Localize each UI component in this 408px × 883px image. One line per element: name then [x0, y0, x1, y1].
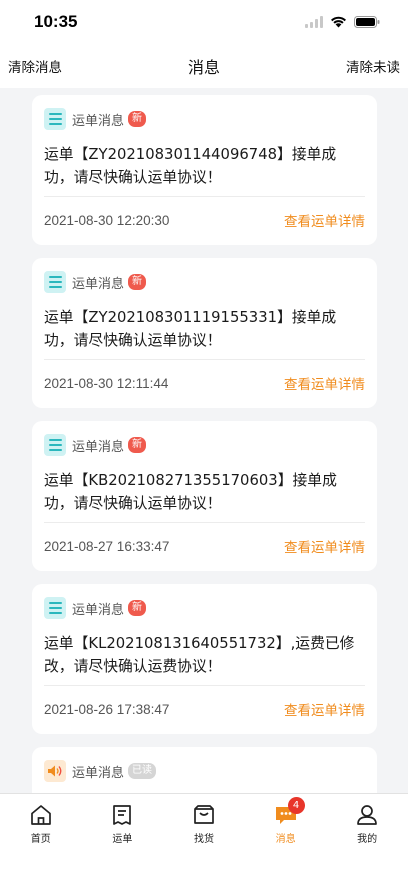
message-header: 运单消息 新 — [44, 95, 365, 139]
message-content: 运单【ZY202108301119155331】接单成功，请尽快确认运单协议！ — [44, 302, 365, 360]
tab-label: 我的 — [357, 834, 378, 845]
message-type: 运单消息 — [72, 113, 125, 129]
message-card[interactable]: 运单消息 新 运单【ZY202108301144096748】接单成功，请尽快确… — [32, 95, 377, 245]
message-header: 运单消息 新 — [44, 421, 365, 465]
message-type: 运单消息 — [72, 765, 125, 781]
view-waybill-details-link[interactable]: 查看运单详情 — [284, 210, 365, 230]
view-waybill-details-link[interactable]: 查看运单详情 — [284, 699, 365, 719]
message-header: 运单消息 已读 — [44, 747, 365, 791]
message-time: 2021-08-30 12:20:30 — [44, 212, 170, 228]
message-time: 2021-08-26 17:38:47 — [44, 701, 170, 717]
list-icon — [44, 271, 66, 293]
tab-label: 消息 — [275, 834, 296, 845]
message-type: 运单消息 — [72, 439, 125, 455]
message-card[interactable]: 运单消息 新 运单【KB202108271355170603】接单成功，请尽快确… — [32, 421, 377, 571]
status-bar: 10:35 — [0, 0, 408, 44]
message-footer: 2021-08-30 12:11:44 查看运单详情 — [44, 360, 365, 406]
tab-profile[interactable]: 我的 — [326, 794, 408, 883]
tab-messages[interactable]: 4 消息 — [245, 794, 327, 883]
message-type: 运单消息 — [72, 602, 125, 618]
view-waybill-details-link[interactable]: 查看运单详情 — [284, 373, 365, 393]
status-time: 10:35 — [34, 12, 78, 31]
new-badge: 新 — [128, 600, 147, 616]
tab-label: 首页 — [30, 834, 51, 845]
new-badge: 新 — [128, 111, 147, 127]
tab-waybill[interactable]: 运单 — [82, 794, 164, 883]
message-time: 2021-08-27 16:33:47 — [44, 538, 170, 554]
message-content: 运单【ZY202108301144096748】接单成功，请尽快确认运单协议！ — [44, 139, 365, 197]
home-icon — [30, 805, 51, 825]
message-footer: 2021-08-26 17:38:47 查看运单详情 — [44, 686, 365, 732]
new-badge: 新 — [128, 274, 147, 290]
tab-find-goods[interactable]: 找货 — [163, 794, 245, 883]
user-icon — [357, 805, 378, 825]
tab-home[interactable]: 首页 — [0, 794, 82, 883]
message-type: 运单消息 — [72, 276, 125, 292]
message-header: 运单消息 新 — [44, 258, 365, 302]
new-badge: 新 — [128, 437, 147, 453]
wifi-icon — [331, 16, 346, 28]
message-time: 2021-08-30 12:11:44 — [44, 375, 169, 391]
list-icon — [44, 108, 66, 130]
battery-icon — [354, 16, 380, 28]
status-icons — [305, 16, 380, 28]
box-icon — [194, 805, 214, 824]
waybill-icon — [113, 805, 132, 825]
message-card[interactable]: 运单消息 新 运单【KL202108131640551732】,运费已修改，请尽… — [32, 584, 377, 734]
read-badge: 已读 — [128, 763, 157, 779]
message-list: 运单消息 新 运单【ZY202108301144096748】接单成功，请尽快确… — [32, 95, 377, 883]
list-icon — [44, 597, 66, 619]
tab-label: 运单 — [112, 834, 133, 845]
tab-bar: 首页 运单 找货 4 消息 我的 — [0, 793, 408, 883]
message-content: 运单【KB202108271355170603】接单成功，请尽快确认运单协议！ — [44, 465, 365, 523]
signal-icon — [305, 16, 323, 28]
unread-count-badge: 4 — [287, 797, 305, 814]
clear-messages-button[interactable]: 清除消息 — [8, 56, 62, 76]
clear-unread-button[interactable]: 清除未读 — [346, 56, 400, 76]
message-header: 运单消息 新 — [44, 584, 365, 628]
view-waybill-details-link[interactable]: 查看运单详情 — [284, 536, 365, 556]
message-footer: 2021-08-27 16:33:47 查看运单详情 — [44, 523, 365, 569]
tab-label: 找货 — [193, 834, 214, 845]
list-icon — [44, 434, 66, 456]
message-content: 运单【KL202108131640551732】,运费已修改，请尽快确认运费协议… — [44, 628, 365, 686]
message-card[interactable]: 运单消息 新 运单【ZY202108301119155331】接单成功，请尽快确… — [32, 258, 377, 408]
speaker-icon — [44, 760, 66, 782]
nav-bar: 清除消息 消息 清除未读 — [0, 44, 408, 88]
message-footer: 2021-08-30 12:20:30 查看运单详情 — [44, 197, 365, 243]
